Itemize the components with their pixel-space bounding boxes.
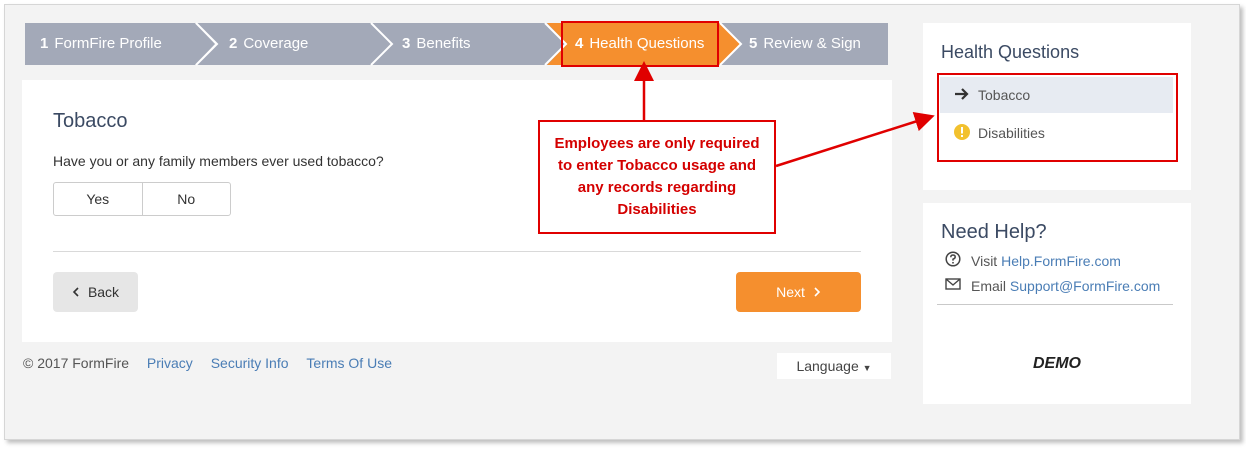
security-info-link[interactable]: Security Info: [211, 355, 289, 371]
step-review-sign[interactable]: 5 Review & Sign: [721, 23, 888, 65]
step-1: 1 FormFire Profile: [40, 35, 162, 52]
divider: [53, 251, 861, 252]
next-label: Next: [776, 284, 805, 300]
chevron-right-icon: [813, 284, 821, 300]
sidebar-need-help: Need Help? Visit Help.FormFire.com Email…: [923, 203, 1191, 404]
terms-of-use-link[interactable]: Terms Of Use: [306, 355, 392, 371]
annotation-callout: Employees are only required to enter Tob…: [538, 120, 776, 234]
step-benefits[interactable]: 3 Benefits: [372, 23, 568, 65]
back-label: Back: [87, 284, 120, 300]
question-text: Have you or any family members ever used…: [53, 153, 384, 169]
sidebar-highlight-box: [937, 73, 1178, 162]
caret-down-icon: ▼: [862, 363, 872, 373]
language-dropdown[interactable]: Language ▼: [777, 353, 891, 379]
footer: © 2017 FormFire Privacy Security Info Te…: [23, 355, 392, 371]
envelope-icon: [945, 277, 961, 294]
step-formfire-profile[interactable]: 1 FormFire Profile: [25, 23, 215, 65]
back-button[interactable]: Back: [53, 272, 138, 312]
step-highlight-box: [561, 21, 719, 67]
help-site-link[interactable]: Help.FormFire.com: [1001, 253, 1121, 269]
callout-text: Employees are only required to enter Tob…: [554, 135, 760, 218]
question-circle-icon: [945, 251, 961, 270]
progress-stepper: 1 FormFire Profile 2 Coverage 3 Benefits 4H…: [25, 23, 888, 65]
help-visit-row: Visit Help.FormFire.com: [945, 251, 1121, 270]
next-button[interactable]: Next: [736, 272, 861, 312]
privacy-link[interactable]: Privacy: [147, 355, 193, 371]
copyright-text: © 2017 FormFire: [23, 355, 130, 371]
need-help-title: Need Help?: [941, 221, 1047, 243]
visit-prefix: Visit: [971, 252, 998, 269]
help-email-row: Email Support@FormFire.com: [945, 277, 1160, 294]
help-divider: [937, 304, 1173, 305]
section-title: Tobacco: [53, 110, 128, 132]
step-coverage[interactable]: 2 Coverage: [197, 23, 392, 65]
yes-no-toggle: Yes No: [53, 182, 231, 216]
demo-label: DEMO: [1033, 355, 1081, 372]
no-option[interactable]: No: [141, 183, 231, 215]
support-email-link[interactable]: Support@FormFire.com: [1010, 278, 1160, 294]
email-prefix: Email: [971, 277, 1007, 294]
chevron-left-icon: [72, 284, 80, 300]
step-5: 5 Review & Sign: [749, 35, 861, 52]
yes-option[interactable]: Yes: [54, 183, 142, 215]
language-label: Language: [796, 358, 859, 374]
sidebar-title: Health Questions: [941, 42, 1080, 62]
